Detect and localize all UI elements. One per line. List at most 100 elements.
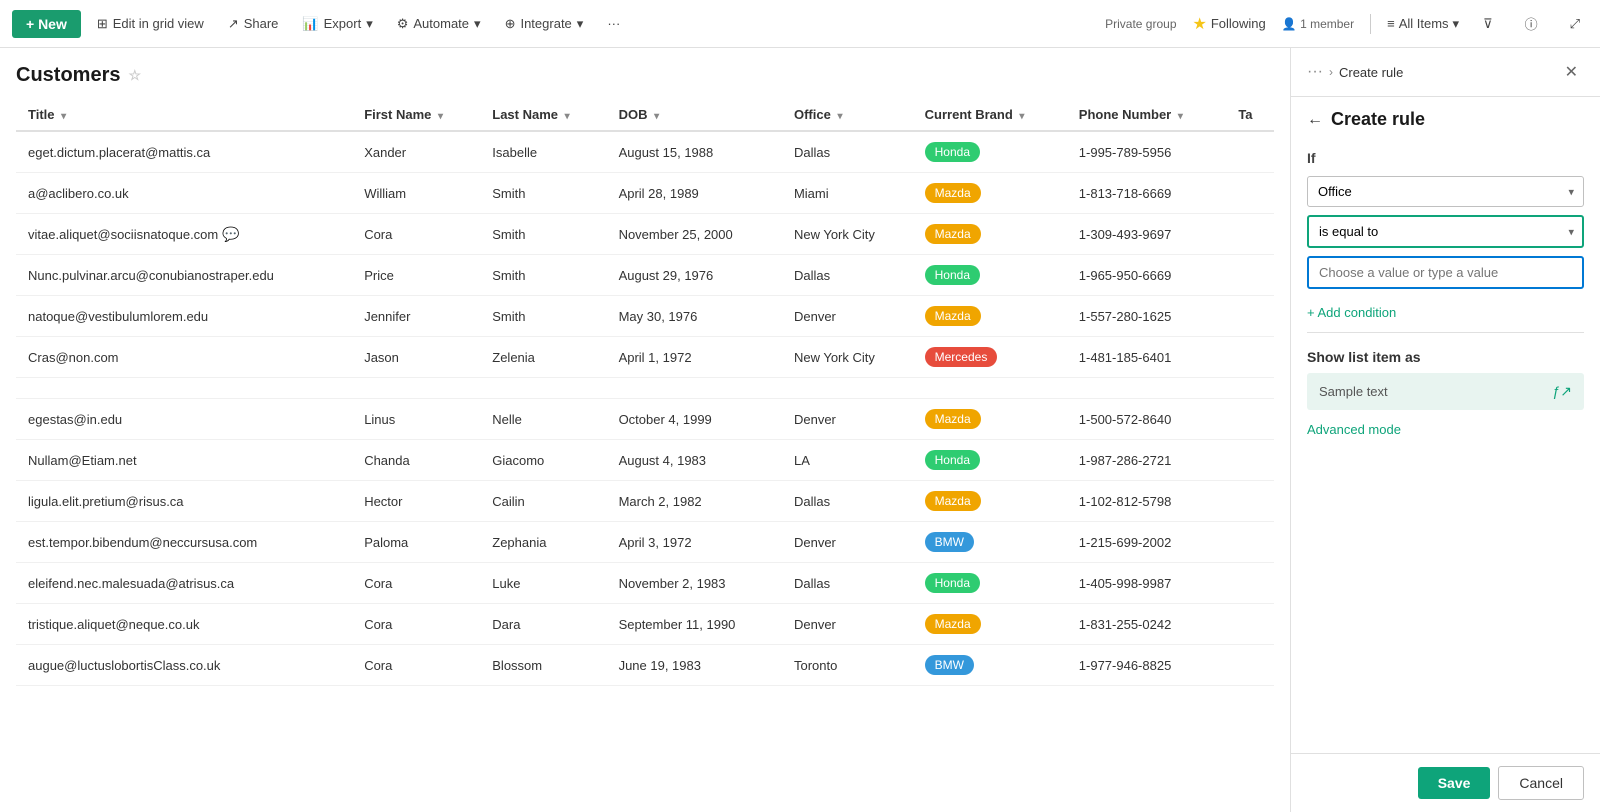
- share-button[interactable]: ↗ Share: [220, 12, 287, 36]
- panel-close-button[interactable]: ✕: [1559, 60, 1584, 84]
- cell-title: [16, 378, 352, 399]
- new-button[interactable]: + New: [12, 10, 81, 38]
- cell-brand: Honda: [913, 563, 1067, 604]
- cell-ta: [1226, 440, 1274, 481]
- col-ta: Ta: [1226, 99, 1274, 131]
- table-header-row: Title ▾ First Name ▾ Last Name ▾ DOB ▾ O…: [16, 99, 1274, 131]
- cell-phone: 1-995-789-5956: [1067, 131, 1227, 173]
- table-row: Nunc.pulvinar.arcu@conubianostraper.eduP…: [16, 255, 1274, 296]
- info-icon: ⓘ: [1525, 14, 1538, 33]
- table-row: natoque@vestibulumlorem.eduJenniferSmith…: [16, 296, 1274, 337]
- panel-title: Create rule: [1331, 109, 1425, 130]
- cell-brand: Mercedes: [913, 337, 1067, 378]
- person-icon: 👤: [1282, 17, 1297, 31]
- page-content: Customers ☆ Title ▾ First Name ▾ Last Na…: [0, 48, 1600, 812]
- col-dob: DOB ▾: [607, 99, 782, 131]
- cell-title: Nunc.pulvinar.arcu@conubianostraper.edu: [16, 255, 352, 296]
- cell-dob: September 11, 1990: [607, 604, 782, 645]
- cell-brand: Mazda: [913, 481, 1067, 522]
- cell-first-name: Chanda: [352, 440, 480, 481]
- cell-dob: April 3, 1972: [607, 522, 782, 563]
- cell-last-name: Smith: [480, 255, 606, 296]
- cell-first-name: Jennifer: [352, 296, 480, 337]
- col-title: Title ▾: [16, 99, 352, 131]
- expand-icon: ⤢: [1570, 16, 1580, 32]
- cell-brand: [913, 378, 1067, 399]
- cell-brand: BMW: [913, 645, 1067, 686]
- export-icon: 📊: [302, 16, 318, 32]
- field-select[interactable]: Office Title First Name Last Name DOB Cu…: [1307, 176, 1584, 207]
- cell-brand: Mazda: [913, 214, 1067, 255]
- cell-last-name: Isabelle: [480, 131, 606, 173]
- cell-first-name: Cora: [352, 645, 480, 686]
- all-items-button[interactable]: ≡ All Items ▾: [1387, 16, 1459, 32]
- cell-first-name: Xander: [352, 131, 480, 173]
- integrate-button[interactable]: ⊕ Integrate ▾: [497, 12, 592, 36]
- cell-first-name: Cora: [352, 563, 480, 604]
- table-row: est.tempor.bibendum@neccursusa.comPaloma…: [16, 522, 1274, 563]
- cell-office: Denver: [782, 522, 913, 563]
- brand-badge: Mazda: [925, 183, 981, 203]
- cell-dob: April 28, 1989: [607, 173, 782, 214]
- cell-first-name: Paloma: [352, 522, 480, 563]
- cell-office: [782, 378, 913, 399]
- automate-chevron-icon: ▾: [474, 16, 481, 32]
- cell-title: vitae.aliquet@sociisnatoque.com💬: [16, 214, 352, 255]
- advanced-mode-link[interactable]: Advanced mode: [1307, 410, 1584, 449]
- table-body: eget.dictum.placerat@mattis.caXanderIsab…: [16, 131, 1274, 686]
- more-button[interactable]: ···: [599, 12, 628, 35]
- toolbar: + New ⊞ Edit in grid view ↗ Share 📊 Expo…: [0, 0, 1600, 48]
- brand-badge: Honda: [925, 573, 980, 593]
- brand-badge: Honda: [925, 450, 980, 470]
- dob-sort-icon: ▾: [654, 111, 659, 122]
- cell-phone: 1-102-812-5798: [1067, 481, 1227, 522]
- cell-dob: May 30, 1976: [607, 296, 782, 337]
- breadcrumb-dots[interactable]: ···: [1307, 63, 1323, 81]
- table-row: Nullam@Etiam.netChandaGiacomoAugust 4, 1…: [16, 440, 1274, 481]
- cell-office: Dallas: [782, 563, 913, 604]
- cell-last-name: Smith: [480, 214, 606, 255]
- cell-last-name: Giacomo: [480, 440, 606, 481]
- filter-button[interactable]: ⊽: [1475, 12, 1501, 36]
- cell-ta: [1226, 522, 1274, 563]
- cell-ta: [1226, 481, 1274, 522]
- panel-back-button[interactable]: ←: [1307, 111, 1323, 129]
- condition-value-input[interactable]: [1307, 256, 1584, 289]
- automate-icon: ⚙: [397, 16, 409, 32]
- table-row: eleifend.nec.malesuada@atrisus.caCoraLuk…: [16, 563, 1274, 604]
- toolbar-right: Private group ★ Following 👤 1 member ≡ A…: [1105, 10, 1588, 37]
- export-button[interactable]: 📊 Export ▾: [294, 12, 380, 36]
- sample-text-label: Sample text: [1319, 384, 1388, 399]
- add-condition-button[interactable]: + Add condition: [1307, 297, 1584, 328]
- cell-brand: Honda: [913, 440, 1067, 481]
- cell-first-name: Jason: [352, 337, 480, 378]
- following-button[interactable]: ★ Following: [1193, 14, 1266, 34]
- chat-icon[interactable]: 💬: [222, 226, 239, 242]
- cell-brand: Mazda: [913, 399, 1067, 440]
- all-items-chevron-icon: ▾: [1453, 16, 1460, 32]
- cell-phone: 1-831-255-0242: [1067, 604, 1227, 645]
- cell-phone: 1-215-699-2002: [1067, 522, 1227, 563]
- cell-brand: Honda: [913, 131, 1067, 173]
- firstname-sort-icon: ▾: [438, 111, 443, 122]
- edit-grid-button[interactable]: ⊞ Edit in grid view: [89, 12, 212, 36]
- expand-button[interactable]: ⤢: [1562, 12, 1588, 36]
- panel-breadcrumb: ··· › Create rule: [1307, 63, 1403, 81]
- cell-office: New York City: [782, 214, 913, 255]
- cell-title: Cras@non.com: [16, 337, 352, 378]
- automate-button[interactable]: ⚙ Automate ▾: [389, 12, 489, 36]
- col-office: Office ▾: [782, 99, 913, 131]
- cell-dob: August 4, 1983: [607, 440, 782, 481]
- fx-icon[interactable]: ƒ↗: [1552, 383, 1572, 400]
- cell-last-name: Zephania: [480, 522, 606, 563]
- save-button[interactable]: Save: [1418, 767, 1491, 799]
- cancel-button[interactable]: Cancel: [1498, 766, 1584, 800]
- table-row: eget.dictum.placerat@mattis.caXanderIsab…: [16, 131, 1274, 173]
- operator-select[interactable]: is equal to is not equal to contains doe…: [1307, 215, 1584, 248]
- favorite-icon[interactable]: ☆: [128, 67, 141, 84]
- info-button[interactable]: ⓘ: [1517, 10, 1546, 37]
- brand-badge: Mazda: [925, 224, 981, 244]
- cell-office: Denver: [782, 399, 913, 440]
- col-firstname: First Name ▾: [352, 99, 480, 131]
- cell-title: augue@luctuslobortisClass.co.uk: [16, 645, 352, 686]
